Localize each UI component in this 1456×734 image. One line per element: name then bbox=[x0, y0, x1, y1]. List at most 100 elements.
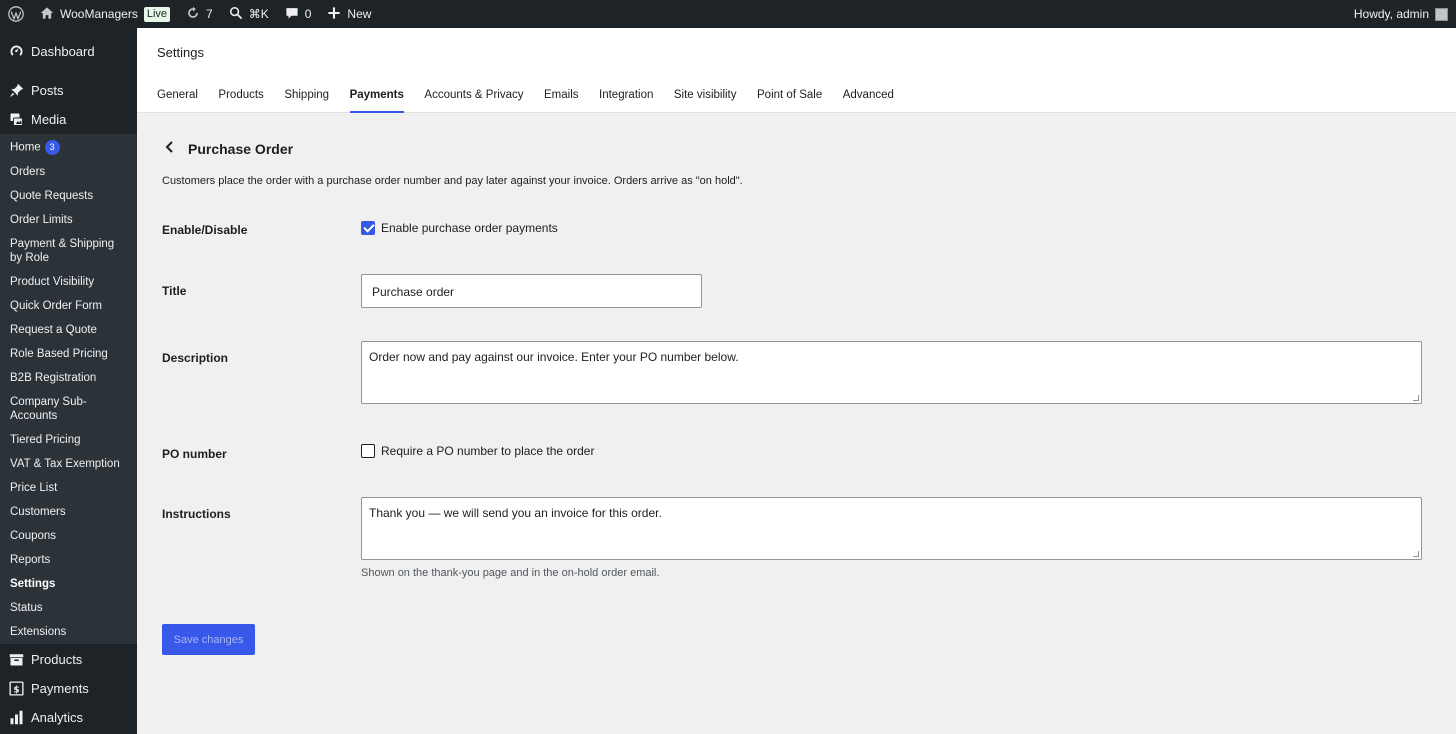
menu-media-label: Media bbox=[31, 112, 67, 127]
sidebar-item-label: Home bbox=[10, 141, 41, 154]
sidebar-item-label: Company Sub-Accounts bbox=[10, 396, 87, 422]
description-textarea[interactable]: Order now and pay against our invoice. E… bbox=[361, 341, 1422, 404]
sidebar-item-status[interactable]: Status bbox=[0, 596, 137, 620]
back-arrow-icon[interactable] bbox=[162, 139, 178, 160]
section-title: Purchase Order bbox=[188, 141, 294, 157]
updates-link[interactable]: 7 bbox=[178, 0, 221, 28]
tab-products[interactable]: Products bbox=[218, 78, 263, 113]
sidebar-item-quick-order-form[interactable]: Quick Order Form bbox=[0, 294, 137, 318]
tab-shipping[interactable]: Shipping bbox=[284, 78, 329, 113]
site-name-link[interactable]: WooManagers Live bbox=[32, 0, 178, 28]
sidebar-item-home[interactable]: Home 3 bbox=[0, 134, 137, 160]
sidebar-item-label: Status bbox=[10, 602, 43, 614]
sidebar-item-label: B2B Registration bbox=[10, 372, 97, 384]
admin-sidebar: Dashboard Posts Media Home 3 Orders Quote R… bbox=[0, 28, 137, 734]
tab-emails[interactable]: Emails bbox=[544, 78, 579, 113]
description-label: Description bbox=[162, 351, 229, 365]
site-name: WooManagers bbox=[60, 7, 138, 21]
sidebar-item-reports[interactable]: Reports bbox=[0, 548, 137, 572]
menu-dashboard[interactable]: Dashboard bbox=[0, 37, 137, 66]
archive-box-icon bbox=[8, 652, 24, 668]
tab-advanced[interactable]: Advanced bbox=[843, 78, 894, 113]
menu-products[interactable]: Products bbox=[0, 645, 137, 674]
plus-icon bbox=[327, 6, 341, 23]
home-icon bbox=[40, 6, 54, 23]
sidebar-item-label: Price List bbox=[10, 482, 58, 494]
sidebar-item-role-based-pricing[interactable]: Role Based Pricing bbox=[0, 342, 137, 366]
sidebar-item-order-limits[interactable]: Order Limits bbox=[0, 208, 137, 232]
enable-checkbox[interactable] bbox=[361, 220, 375, 235]
sidebar-item-company-sub-accounts[interactable]: Company Sub-Accounts bbox=[0, 390, 137, 428]
menu-dashboard-label: Dashboard bbox=[31, 44, 95, 59]
bar-chart-icon bbox=[8, 710, 24, 726]
sidebar-item-tiered-pricing[interactable]: Tiered Pricing bbox=[0, 428, 137, 452]
resize-handle-icon[interactable] bbox=[1413, 395, 1419, 401]
resize-handle-icon[interactable] bbox=[1413, 551, 1419, 557]
title-input[interactable]: Purchase order bbox=[361, 274, 702, 308]
howdy-text: Howdy, admin bbox=[1353, 7, 1429, 21]
menu-posts-label: Posts bbox=[31, 83, 64, 98]
instructions-help-text: Shown on the thank-you page and in the o… bbox=[361, 567, 660, 579]
sidebar-item-label: Extensions bbox=[10, 626, 67, 638]
menu-payments[interactable]: $ Payments bbox=[0, 674, 137, 703]
admin-bar: WooManagers Live 7 ⌘K 0 New Howdy, admin bbox=[0, 0, 1456, 28]
comment-icon bbox=[285, 6, 299, 23]
tab-integration[interactable]: Integration bbox=[599, 78, 653, 113]
woocommerce-submenu: Home 3 Orders Quote Requests Order Limits Pay… bbox=[0, 134, 137, 644]
search-shortcut: ⌘K bbox=[248, 7, 269, 21]
sidebar-item-price-list[interactable]: Price List bbox=[0, 476, 137, 500]
enable-label: Enable/Disable bbox=[162, 223, 248, 237]
user-menu[interactable]: Howdy, admin bbox=[1354, 7, 1456, 21]
settings-header: Settings General Products Shipping Payments… bbox=[137, 28, 1456, 113]
enable-checkbox-label[interactable]: Enable purchase order payments bbox=[381, 221, 558, 235]
sidebar-item-label: VAT & Tax Exemption bbox=[10, 458, 120, 470]
tab-payments[interactable]: Payments bbox=[349, 78, 404, 113]
sidebar-item-extensions[interactable]: Extensions bbox=[0, 620, 137, 644]
pushpin-icon bbox=[8, 83, 24, 99]
po-number-label: PO number bbox=[162, 447, 227, 461]
sidebar-item-label: Product Visibility bbox=[10, 276, 95, 288]
sidebar-item-label: Orders bbox=[10, 166, 46, 178]
payment-settings: Purchase Order Customers place the order… bbox=[137, 139, 1456, 187]
comments-link[interactable]: 0 bbox=[277, 0, 320, 28]
sidebar-item-vat-tax-exemption[interactable]: VAT & Tax Exemption bbox=[0, 452, 137, 476]
tab-point-of-sale[interactable]: Point of Sale bbox=[757, 78, 822, 113]
title-label: Title bbox=[162, 284, 187, 298]
instructions-text: Thank you — we will send you an invoice … bbox=[369, 506, 662, 520]
sidebar-item-quote-requests[interactable]: Quote Requests bbox=[0, 184, 137, 208]
search-icon bbox=[229, 6, 243, 23]
instructions-label: Instructions bbox=[162, 507, 231, 521]
sidebar-item-request-a-quote[interactable]: Request a Quote bbox=[0, 318, 137, 342]
svg-text:$: $ bbox=[13, 685, 19, 695]
instructions-textarea[interactable]: Thank you — we will send you an invoice … bbox=[361, 497, 1422, 560]
section-description: Customers place the order with a purchas… bbox=[162, 175, 743, 187]
sidebar-item-label: Order Limits bbox=[10, 214, 73, 226]
sidebar-item-product-visibility[interactable]: Product Visibility bbox=[0, 270, 137, 294]
menu-media[interactable]: Media bbox=[0, 105, 137, 134]
tab-site-visibility[interactable]: Site visibility bbox=[674, 78, 737, 113]
po-required-checkbox[interactable] bbox=[361, 443, 375, 458]
sidebar-item-label: Customers bbox=[10, 506, 66, 518]
sidebar-item-orders[interactable]: Orders bbox=[0, 160, 137, 184]
settings-tabs: General Products Shipping Payments Accounts … bbox=[157, 78, 1456, 113]
updates-count: 7 bbox=[206, 7, 213, 21]
menu-posts[interactable]: Posts bbox=[0, 76, 137, 105]
menu-analytics[interactable]: Analytics bbox=[0, 703, 137, 732]
sidebar-item-coupons[interactable]: Coupons bbox=[0, 524, 137, 548]
new-label: New bbox=[347, 7, 372, 21]
new-content-link[interactable]: New bbox=[319, 0, 379, 28]
search-link[interactable]: ⌘K bbox=[221, 0, 277, 28]
wordpress-logo-icon[interactable] bbox=[0, 0, 32, 28]
count-badge: 3 bbox=[44, 140, 60, 155]
tab-accounts-privacy[interactable]: Accounts & Privacy bbox=[424, 78, 523, 113]
sidebar-item-label: Settings bbox=[10, 578, 56, 590]
po-required-checkbox-label[interactable]: Require a PO number to place the order bbox=[381, 444, 594, 458]
menu-products-label: Products bbox=[31, 652, 83, 667]
sidebar-item-label: Coupons bbox=[10, 530, 57, 542]
sidebar-item-customers[interactable]: Customers bbox=[0, 500, 137, 524]
sidebar-item-settings[interactable]: Settings bbox=[0, 572, 137, 596]
sidebar-item-b2b-registration[interactable]: B2B Registration bbox=[0, 366, 137, 390]
save-changes-button[interactable]: Save changes bbox=[162, 624, 255, 655]
sidebar-item-payment-shipping-by-role[interactable]: Payment & Shipping by Role bbox=[0, 232, 137, 270]
tab-general[interactable]: General bbox=[157, 78, 198, 113]
